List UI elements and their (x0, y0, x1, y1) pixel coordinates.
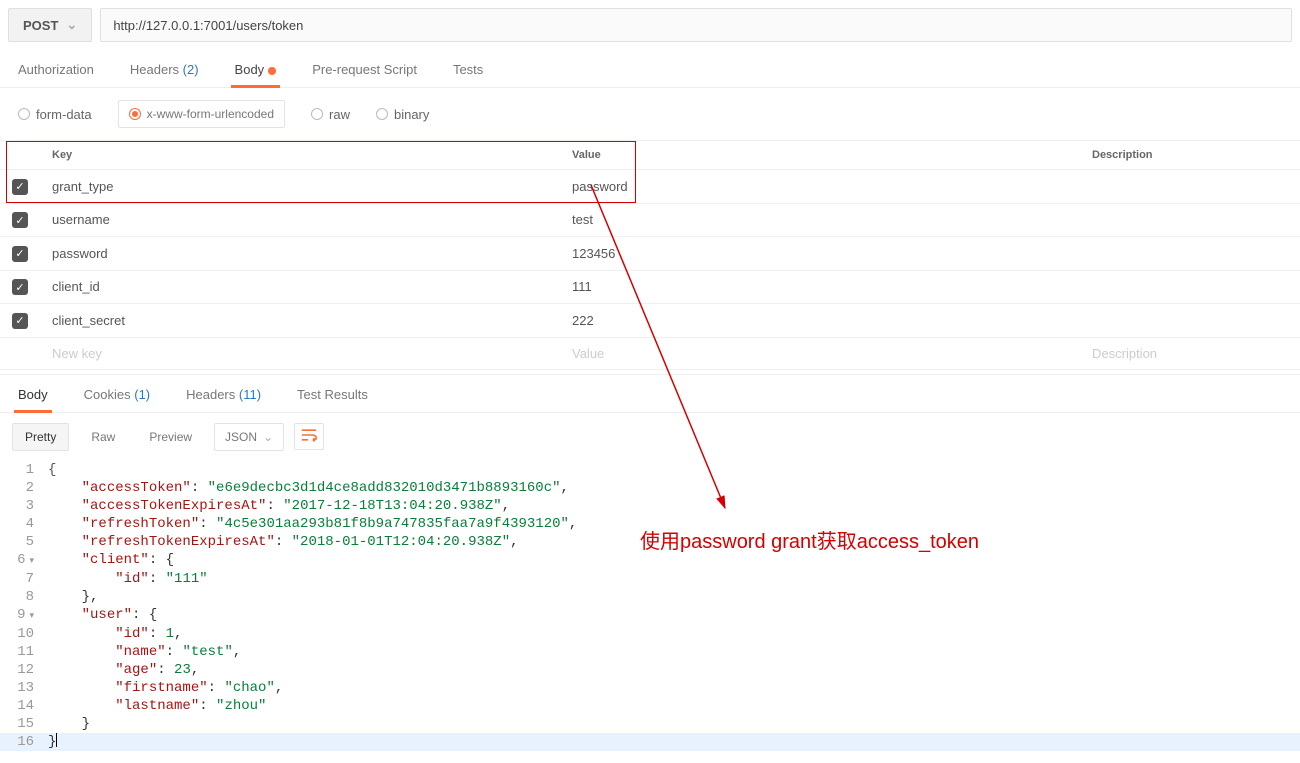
param-value[interactable]: 222 (560, 304, 1080, 338)
resp-tab-tests[interactable]: Test Results (293, 375, 372, 412)
tab-prerequest[interactable]: Pre-request Script (308, 50, 421, 87)
param-key[interactable]: client_id (40, 270, 560, 304)
param-key[interactable]: username (40, 203, 560, 237)
param-desc[interactable] (1080, 170, 1300, 204)
radio-form-data[interactable]: form-data (18, 100, 92, 128)
view-preview[interactable]: Preview (137, 424, 204, 450)
view-raw[interactable]: Raw (79, 424, 127, 450)
view-pretty[interactable]: Pretty (12, 423, 69, 451)
modified-dot-icon (268, 67, 276, 75)
resp-tab-headers[interactable]: Headers (11) (182, 375, 265, 412)
tab-headers[interactable]: Headers (2) (126, 50, 203, 87)
http-method-select[interactable]: POST ⌄ (8, 8, 92, 42)
param-row[interactable]: ✓ grant_typepassword (0, 170, 1300, 204)
radio-raw[interactable]: raw (311, 100, 350, 128)
response-tabs: Body Cookies (1) Headers (11) Test Resul… (0, 374, 1300, 413)
resp-tab-body[interactable]: Body (14, 375, 52, 412)
request-tabs: Authorization Headers (2) Body Pre-reque… (0, 50, 1300, 88)
param-value[interactable]: 111 (560, 270, 1080, 304)
col-value: Value (560, 141, 1080, 170)
body-type-row: form-data x-www-form-urlencoded raw bina… (0, 88, 1300, 141)
format-select[interactable]: JSON⌄ (214, 423, 284, 451)
param-value[interactable]: password (560, 170, 1080, 204)
param-desc[interactable] (1080, 304, 1300, 338)
view-toolbar: Pretty Raw Preview JSON⌄ (0, 413, 1300, 461)
param-desc[interactable] (1080, 270, 1300, 304)
tab-tests[interactable]: Tests (449, 50, 487, 87)
checkbox-icon[interactable]: ✓ (12, 246, 28, 262)
param-desc[interactable] (1080, 203, 1300, 237)
param-key[interactable]: client_secret (40, 304, 560, 338)
col-desc: Description (1080, 141, 1300, 170)
param-row[interactable]: ✓ password123456 (0, 237, 1300, 271)
url-input[interactable] (100, 8, 1292, 42)
radio-urlencoded[interactable]: x-www-form-urlencoded (118, 100, 285, 128)
param-row[interactable]: ✓ client_id111 (0, 270, 1300, 304)
chevron-down-icon: ⌄ (66, 17, 77, 33)
wrap-lines-button[interactable] (294, 423, 324, 450)
new-param-row[interactable]: New key Value Description (0, 337, 1300, 369)
param-value[interactable]: test (560, 203, 1080, 237)
http-method-label: POST (23, 18, 58, 33)
tab-authorization[interactable]: Authorization (14, 50, 98, 87)
params-table: Key Value Description ✓grant_typepasswor… (0, 141, 1300, 370)
col-key: Key (40, 141, 560, 170)
param-key[interactable]: password (40, 237, 560, 271)
annotation-text: 使用password grant获取access_token (640, 525, 979, 554)
tab-body[interactable]: Body (231, 50, 281, 87)
param-value[interactable]: 123456 (560, 237, 1080, 271)
wrap-icon (301, 428, 317, 442)
checkbox-icon[interactable]: ✓ (12, 279, 28, 295)
request-bar: POST ⌄ (0, 0, 1300, 50)
param-row[interactable]: ✓ client_secret222 (0, 304, 1300, 338)
param-desc[interactable] (1080, 237, 1300, 271)
chevron-down-icon: ⌄ (263, 430, 273, 444)
radio-binary[interactable]: binary (376, 100, 429, 128)
checkbox-icon[interactable]: ✓ (12, 313, 28, 329)
resp-tab-cookies[interactable]: Cookies (1) (80, 375, 154, 412)
param-row[interactable]: ✓ usernametest (0, 203, 1300, 237)
param-key[interactable]: grant_type (40, 170, 560, 204)
checkbox-icon[interactable]: ✓ (12, 212, 28, 228)
response-body[interactable]: 1{2 "accessToken": "e6e9decbc3d1d4ce8add… (0, 461, 1300, 761)
checkbox-icon[interactable]: ✓ (12, 179, 28, 195)
